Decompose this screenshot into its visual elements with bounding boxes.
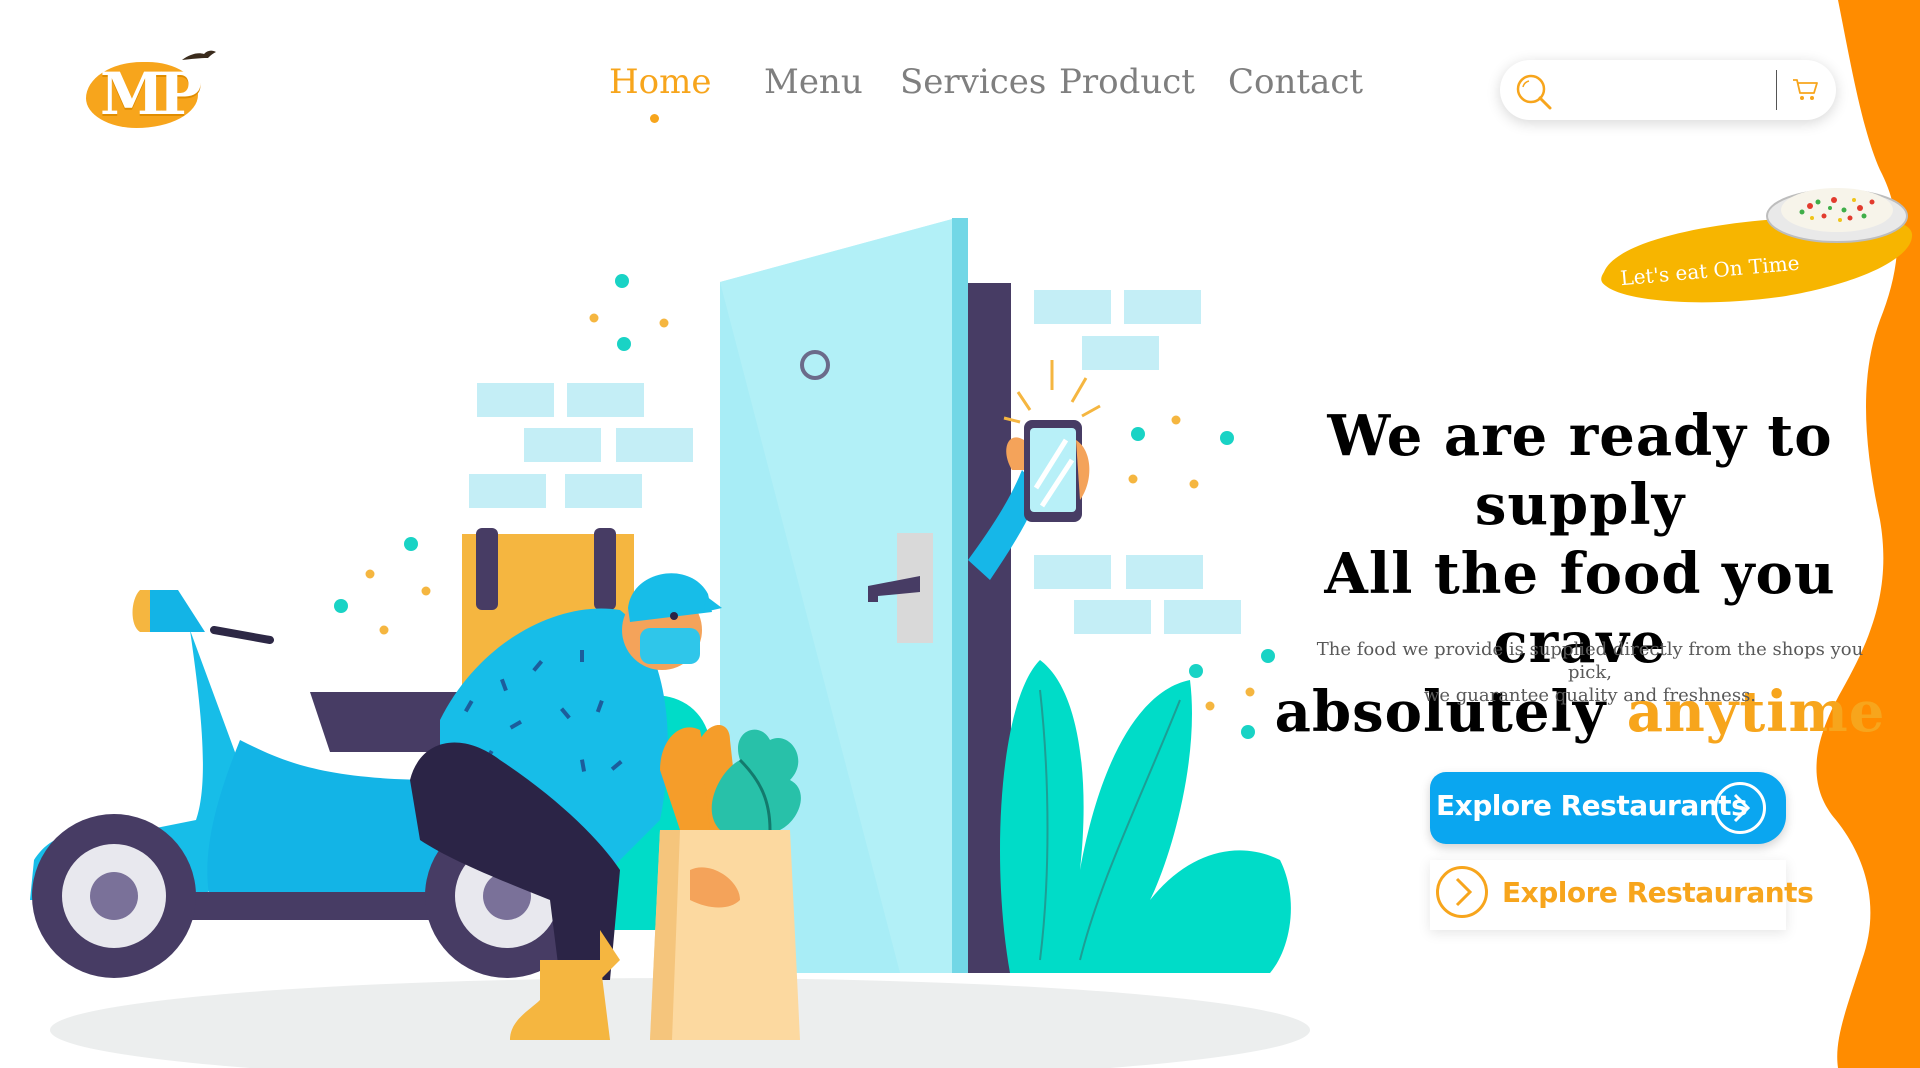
- subtext-line-2: we guarantee quality and freshness.: [1423, 685, 1757, 706]
- search-input[interactable]: [1560, 70, 1770, 110]
- nav-item-home[interactable]: Home: [609, 62, 711, 102]
- nav-item-menu[interactable]: Menu: [764, 62, 863, 102]
- explore-restaurants-button[interactable]: Explore Restaurants: [1430, 772, 1786, 844]
- brand-logo[interactable]: MP: [82, 50, 216, 132]
- hero-subtext: The food we provide is supplied directly…: [1300, 638, 1880, 707]
- search-icon[interactable]: [1514, 72, 1554, 112]
- cart-icon[interactable]: [1790, 74, 1820, 104]
- search-bar: [1500, 60, 1836, 120]
- food-plate-icon: [1766, 188, 1908, 243]
- search-divider: [1776, 70, 1777, 110]
- delivery-illustration: [30, 218, 1310, 1068]
- logo-text: MP: [100, 60, 202, 128]
- chevron-right-icon: [1714, 782, 1766, 834]
- explore-restaurants-label: Explore Restaurants: [1436, 789, 1748, 822]
- chevron-right-icon: [1436, 866, 1488, 918]
- explore-restaurants-outline-button[interactable]: Explore Restaurants: [1430, 860, 1814, 930]
- landing-page: MP Home Menu Services Product Contact Le…: [0, 0, 1920, 1068]
- explore-restaurants-outline-label: Explore Restaurants: [1502, 876, 1814, 909]
- nav-item-contact[interactable]: Contact: [1228, 62, 1363, 102]
- active-nav-indicator: [650, 114, 659, 123]
- nav-item-product[interactable]: Product: [1059, 62, 1195, 102]
- headline-line-1: We are ready to supply: [1327, 403, 1833, 538]
- bird-icon: [182, 50, 216, 60]
- nav-item-services[interactable]: Services: [900, 62, 1046, 102]
- subtext-line-1: The food we provide is supplied directly…: [1316, 639, 1864, 683]
